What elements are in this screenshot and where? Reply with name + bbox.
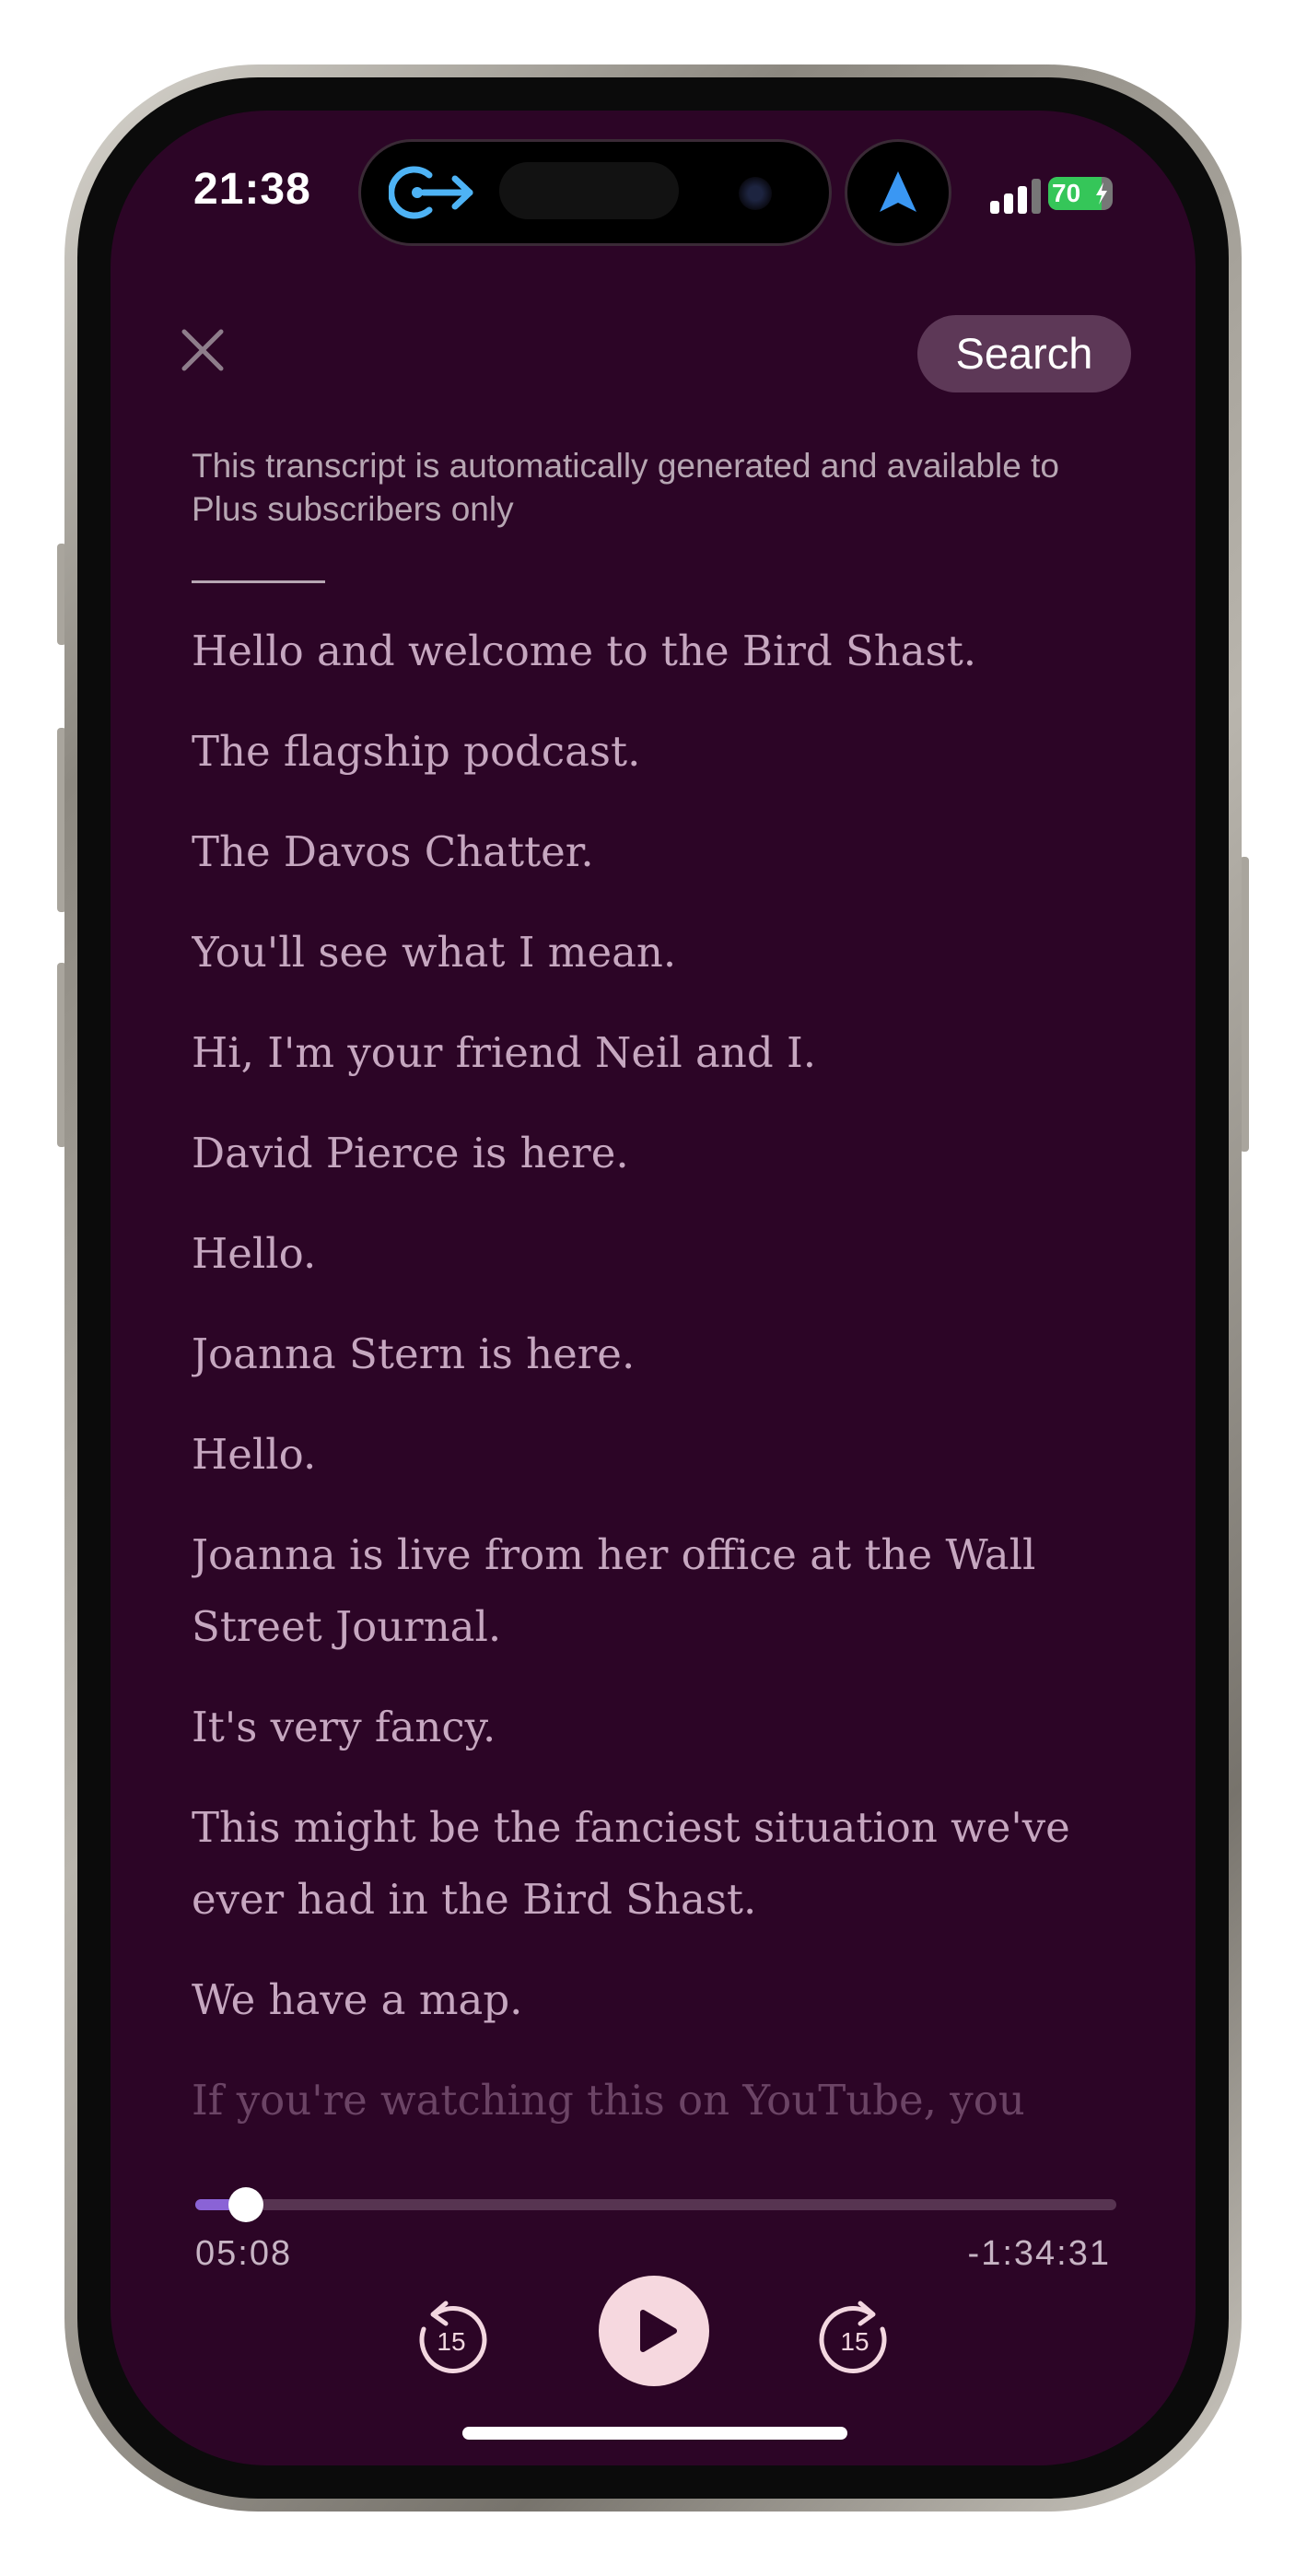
transcript-line[interactable]: The flagship podcast.	[192, 716, 1149, 788]
transcript-line[interactable]: If you're watching this on YouTube, you	[192, 2065, 1149, 2137]
island-pill	[499, 162, 679, 219]
home-indicator[interactable]	[462, 2427, 847, 2440]
transcript-line[interactable]: David Pierce is here.	[192, 1118, 1149, 1189]
charging-bolt-icon	[1096, 182, 1107, 205]
skip-back-button[interactable]: 15	[405, 2292, 497, 2384]
play-icon	[640, 2310, 677, 2352]
transcript-line[interactable]: You'll see what I mean.	[192, 917, 1149, 989]
transcript-line[interactable]: Hello.	[192, 1218, 1149, 1290]
transcript-line[interactable]: The Davos Chatter.	[192, 816, 1149, 888]
transcript-line[interactable]: Joanna Stern is here.	[192, 1318, 1149, 1390]
skip-forward-button[interactable]: 15	[809, 2292, 901, 2384]
transcript-line[interactable]: Joanna is live from her office at the Wa…	[192, 1519, 1149, 1663]
scrubber-handle[interactable]	[228, 2187, 263, 2222]
play-button[interactable]	[599, 2276, 709, 2386]
close-button[interactable]	[175, 322, 230, 378]
notice-divider	[192, 580, 325, 583]
dynamic-island	[361, 142, 829, 243]
status-time: 21:38	[193, 165, 311, 214]
screen: 21:38 70 Search This transcript is autom…	[111, 111, 1196, 2465]
transcript-line[interactable]: Hello and welcome to the Bird Shast.	[192, 615, 1149, 687]
transcript[interactable]: Hello and welcome to the Bird Shast. The…	[192, 615, 1149, 2237]
navigation-indicator	[847, 142, 949, 243]
logout-arrow-icon	[389, 166, 473, 219]
elapsed-time: 05:08	[195, 2234, 293, 2273]
close-icon	[181, 329, 224, 371]
progress-track[interactable]	[195, 2199, 1116, 2210]
transcript-line[interactable]: Hi, I'm your friend Neil and I.	[192, 1017, 1149, 1089]
transcript-line[interactable]: It's very fancy.	[192, 1692, 1149, 1763]
battery-level: 70	[1052, 179, 1081, 207]
front-camera	[739, 177, 772, 210]
transcript-line[interactable]: Hello.	[192, 1419, 1149, 1491]
remaining-time: -1:34:31	[967, 2234, 1111, 2273]
battery-icon: 70	[1048, 177, 1113, 210]
skip-back-label: 15	[437, 2327, 466, 2356]
transcript-line[interactable]: We have a map.	[192, 1964, 1149, 2036]
skip-forward-label: 15	[840, 2327, 869, 2356]
transcript-line[interactable]: This might be the fanciest situation we'…	[192, 1792, 1149, 1936]
search-button[interactable]: Search	[917, 315, 1131, 392]
navigation-arrow-icon	[880, 171, 916, 212]
transcript-notice: This transcript is automatically generat…	[192, 447, 1059, 528]
